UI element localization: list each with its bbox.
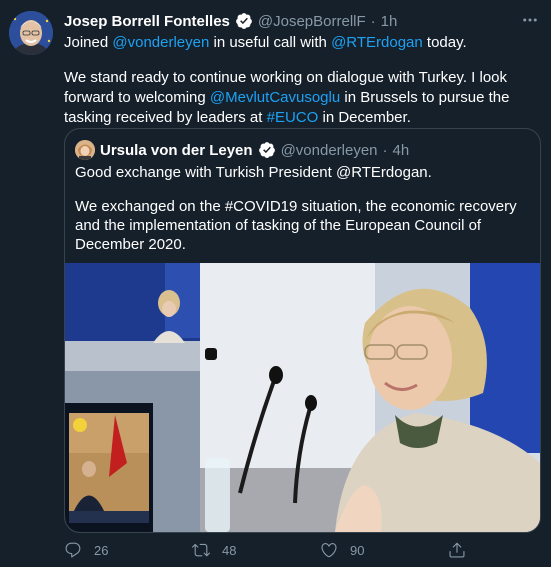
text-fragment: today. [426, 34, 467, 51]
tweet-text: Joined @vonderleyen in useful call with … [64, 33, 542, 143]
author-avatar[interactable] [9, 11, 53, 55]
quoted-tweet-header: Ursula von der Leyen @vonderleyen · 4h [75, 140, 409, 160]
tweet[interactable]: Josep Borrell Fontelles @JosepBorrellF ·… [0, 0, 551, 567]
share-button[interactable] [448, 541, 478, 559]
author-handle[interactable]: @JosepBorrellF [258, 13, 366, 30]
quoted-tweet-time: 4h [392, 141, 410, 159]
quoted-tweet-photo[interactable] [65, 263, 540, 532]
author-name[interactable]: Josep Borrell Fontelles [64, 13, 230, 30]
like-button[interactable]: 90 [320, 541, 448, 559]
quoted-author-handle: @vonderleyen [280, 141, 378, 159]
tweet-header: Josep Borrell Fontelles @JosepBorrellF ·… [64, 11, 539, 31]
quoted-tweet[interactable]: Ursula von der Leyen @vonderleyen · 4h G… [64, 128, 541, 533]
tweet-actions: 26 48 90 [64, 540, 494, 560]
text-fragment: in December. [322, 109, 411, 126]
quoted-tweet-text: Good exchange with Turkish President @RT… [75, 163, 530, 269]
tweet-paragraph-2: We stand ready to continue working on di… [64, 68, 542, 128]
heart-icon [321, 543, 337, 558]
verified-badge-icon [235, 12, 253, 30]
more-options-icon[interactable] [519, 9, 541, 31]
retweet-icon [192, 543, 210, 557]
reply-button[interactable]: 26 [64, 541, 192, 559]
mention-link[interactable]: @MevlutCavusoglu [210, 89, 340, 106]
quoted-paragraph-2: We exchanged on the #COVID19 situation, … [75, 198, 517, 253]
text-fragment: in useful call with [213, 34, 327, 51]
text-fragment: Joined [64, 34, 109, 51]
tweet-paragraph-1: Joined @vonderleyen in useful call with … [64, 33, 542, 53]
quoted-paragraph-1: Good exchange with Turkish President @RT… [75, 164, 432, 181]
mention-link[interactable]: @vonderleyen [112, 34, 209, 51]
retweet-button[interactable]: 48 [192, 541, 320, 559]
reply-icon [65, 542, 81, 558]
retweet-count: 48 [222, 542, 237, 558]
reply-count: 26 [94, 542, 109, 558]
tweet-time[interactable]: 1h [381, 13, 398, 30]
share-icon [449, 542, 465, 558]
quoted-author-name: Ursula von der Leyen [100, 141, 253, 159]
verified-badge-icon [258, 141, 276, 159]
quoted-author-avatar [75, 140, 95, 160]
like-count: 90 [350, 542, 365, 558]
separator-dot: · [382, 141, 388, 159]
mention-link[interactable]: @RTErdogan [331, 34, 423, 51]
hashtag-link[interactable]: #EUCO [267, 109, 319, 126]
separator-dot: · [370, 12, 376, 30]
